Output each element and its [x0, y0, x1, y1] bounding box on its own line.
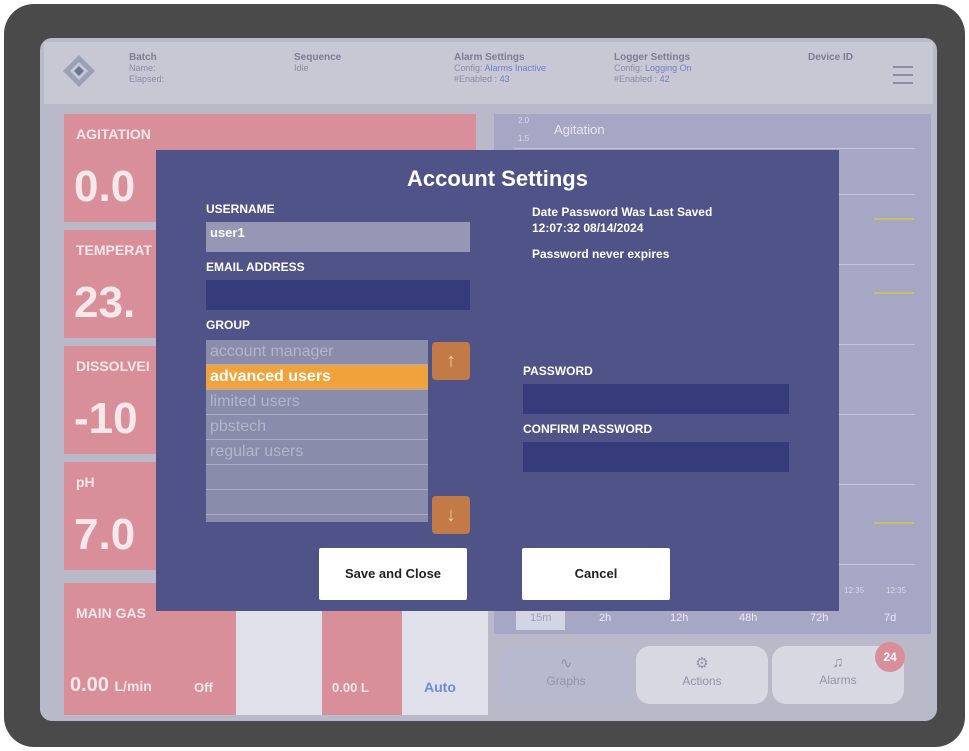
alarm-enabled-value: 43 — [499, 74, 510, 84]
sequence-section: Sequence Idle — [294, 52, 341, 74]
sequence-value: Idle — [294, 63, 309, 73]
ph-label: pH — [76, 474, 95, 490]
main-gas-unit: L/min — [114, 678, 152, 694]
main-gas-state: Off — [194, 680, 213, 695]
hamburger-menu-icon[interactable] — [893, 66, 913, 84]
device-id-section: Device ID — [808, 52, 853, 63]
actions-button[interactable]: ⚙ Actions — [636, 646, 768, 704]
ph-value: 7.0 — [74, 510, 136, 559]
arrow-up-icon[interactable]: ↑ — [432, 342, 470, 380]
top-status-bar: Batch Name: Elapsed: Sequence Idle Alarm… — [44, 42, 933, 104]
cancel-button[interactable]: Cancel — [522, 548, 670, 600]
graph-y-next: 1.5 — [518, 134, 530, 143]
range-7d[interactable]: 7d — [884, 612, 896, 624]
pulse-icon: ∿ — [559, 655, 573, 672]
graph-time-b: 12:35 — [886, 586, 907, 595]
group-item-empty[interactable] — [206, 490, 428, 515]
temperature-trace — [874, 292, 914, 294]
date-saved-label: Date Password Was Last Saved — [532, 205, 713, 219]
alarm-settings-section: Alarm Settings Config: Alarms Inactive #… — [454, 52, 546, 85]
email-label: EMAIL ADDRESS — [206, 260, 305, 274]
graphs-button[interactable]: ∿ Graphs — [500, 646, 632, 704]
group-item-limited-users[interactable]: limited users — [206, 390, 428, 415]
date-saved-value: 12:07:32 08/14/2024 — [532, 221, 644, 235]
password-field[interactable] — [523, 384, 789, 414]
alarm-enabled-label: #Enabled : — [454, 74, 498, 84]
group-item-regular-users[interactable]: regular users — [206, 440, 428, 465]
graph-title: Agitation — [554, 122, 605, 137]
batch-elapsed-label: Elapsed: — [129, 74, 165, 84]
temperature-label: TEMPERAT — [76, 242, 152, 258]
dissolved-value: -10 — [74, 394, 138, 443]
actions-label: Actions — [682, 674, 722, 688]
grid-line — [514, 148, 915, 149]
graph-time-a: 12:35 — [844, 586, 865, 595]
group-item-account-manager[interactable]: account manager — [206, 340, 428, 365]
graphs-label: Graphs — [546, 674, 586, 688]
dialog-title: Account Settings — [407, 166, 588, 191]
range-12h[interactable]: 12h — [670, 612, 688, 624]
gear-icon: ⚙ — [695, 655, 709, 672]
username-field[interactable]: user1 — [206, 222, 470, 252]
batch-name-label: Name: — [129, 63, 156, 73]
sequence-title: Sequence — [294, 52, 342, 63]
logger-config-value: Logging On — [645, 63, 692, 73]
group-item-advanced-users[interactable]: advanced users — [206, 365, 428, 390]
batch-section: Batch Name: Elapsed: — [129, 52, 164, 85]
logger-enabled-label: #Enabled : — [614, 74, 658, 84]
range-48h[interactable]: 48h — [739, 612, 757, 624]
username-label: USERNAME — [206, 202, 275, 216]
device-id-title: Device ID — [808, 52, 854, 63]
group-label: GROUP — [206, 318, 251, 332]
account-settings-dialog: Account Settings USERNAME user1 EMAIL AD… — [156, 150, 839, 611]
group-item-pbstech[interactable]: pbstech — [206, 415, 428, 440]
arrow-down-icon[interactable]: ↓ — [432, 496, 470, 534]
ph-trace — [874, 522, 914, 524]
agitation-label: AGITATION — [76, 126, 151, 142]
dissolved-label: DISSOLVEI — [76, 358, 150, 374]
alarm-config-label: Config: — [454, 63, 483, 73]
temperature-value: 23. — [74, 278, 136, 327]
range-2h[interactable]: 2h — [599, 612, 611, 624]
logger-settings-section: Logger Settings Config: Logging On #Enab… — [614, 52, 692, 85]
diamond-logo-icon — [63, 55, 95, 87]
alarm-config-value: Alarms Inactive — [484, 63, 547, 73]
password-label: PASSWORD — [523, 364, 593, 378]
alarm-count-badge: 24 — [875, 642, 905, 672]
auto-label: Auto — [424, 679, 456, 695]
graph-y-top: 2.0 — [518, 116, 530, 125]
logger-enabled-value: 42 — [659, 74, 670, 84]
group-list: account manager advanced users limited u… — [206, 340, 428, 522]
logger-config-label: Config: — [614, 63, 643, 73]
batch-title: Batch — [129, 52, 157, 63]
confirm-password-field[interactable] — [523, 442, 789, 472]
password-expiry-text: Password never expires — [532, 247, 670, 261]
group-item-empty[interactable] — [206, 515, 428, 522]
alarm-settings-title: Alarm Settings — [454, 52, 525, 63]
confirm-password-label: CONFIRM PASSWORD — [523, 422, 653, 436]
volume-value: 0.00 L — [332, 680, 369, 695]
main-gas-label: MAIN GAS — [76, 605, 146, 621]
email-field[interactable] — [206, 280, 470, 310]
agitation-value: 0.0 — [74, 162, 136, 211]
main-gas-value: 0.00 — [70, 674, 109, 696]
group-item-empty[interactable] — [206, 465, 428, 490]
logger-settings-title: Logger Settings — [614, 52, 691, 63]
device-frame: Batch Name: Elapsed: Sequence Idle Alarm… — [4, 4, 965, 747]
alarms-label: Alarms — [819, 673, 857, 687]
save-and-close-button[interactable]: Save and Close — [319, 548, 467, 600]
range-72h[interactable]: 72h — [810, 612, 828, 624]
username-value: user1 — [210, 225, 245, 240]
agitation-trace — [874, 218, 914, 220]
